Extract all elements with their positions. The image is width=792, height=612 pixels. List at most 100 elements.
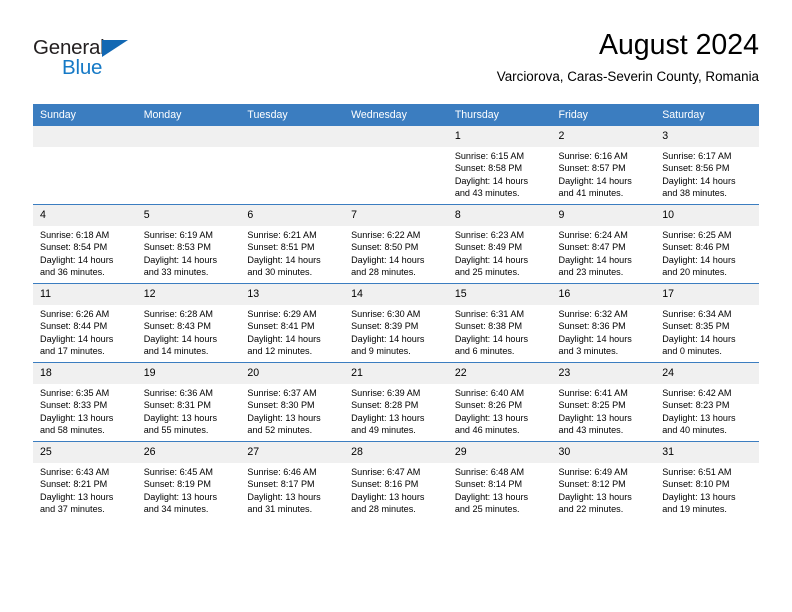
calendar-day-cell[interactable]: 29 Sunrise: 6:48 AM Sunset: 8:14 PM Dayligh… [447, 441, 552, 520]
calendar-day-cell[interactable]: 13 Sunrise: 6:29 AM Sunset: 8:41 PM Dayligh… [240, 283, 345, 363]
calendar-day-cell[interactable]: 7 Sunrise: 6:22 AM Sunset: 8:50 PM Daylight… [344, 204, 448, 284]
daylight-text: Daylight: 14 hours [454, 333, 529, 344]
sunrise-text: Sunrise: 6:46 AM [247, 467, 317, 477]
day-details: Sunrise: 6:51 AM Sunset: 8:10 PM Daylight:… [655, 463, 759, 516]
day-number: 1 [447, 126, 552, 147]
calendar-day-cell[interactable]: 31 Sunrise: 6:51 AM Sunset: 8:10 PM Dayligh… [655, 441, 759, 520]
general-blue-logo[interactable]: General Blue [33, 36, 213, 84]
day-number: 25 [33, 442, 137, 463]
sunrise-text: Sunrise: 6:30 AM [351, 309, 421, 319]
calendar-day-cell[interactable]: 5 Sunrise: 6:19 AM Sunset: 8:53 PM Daylight… [136, 204, 241, 284]
calendar-day-cell[interactable]: 21 Sunrise: 6:39 AM Sunset: 8:28 PM Dayligh… [344, 362, 448, 442]
daylight-text-cont: and 28 minutes. [351, 504, 416, 515]
calendar-day-cell[interactable]: 22 Sunrise: 6:40 AM Sunset: 8:26 PM Dayligh… [447, 362, 552, 442]
daylight-text: Daylight: 13 hours [351, 412, 425, 423]
sunset-text: Sunset: 8:26 PM [454, 400, 523, 411]
sunrise-text: Sunrise: 6:34 AM [662, 309, 732, 319]
daylight-text-cont: and 3 minutes. [558, 346, 619, 357]
calendar-day-cell[interactable]: 3 Sunrise: 6:17 AM Sunset: 8:56 PM Daylight… [655, 126, 759, 205]
weekday-header-sunday: Sunday [33, 104, 137, 126]
sunrise-text: Sunrise: 6:37 AM [247, 388, 317, 398]
calendar-day-cell[interactable]: 25 Sunrise: 6:43 AM Sunset: 8:21 PM Dayligh… [33, 441, 137, 520]
daylight-text-cont: and 23 minutes. [558, 267, 624, 278]
day-number: 5 [136, 205, 241, 226]
sunset-text: Sunset: 8:56 PM [662, 163, 730, 174]
sunrise-text: Sunrise: 6:26 AM [40, 309, 110, 319]
day-number: 19 [136, 363, 241, 384]
day-number: 8 [447, 205, 552, 226]
page-title: August 2024 [598, 29, 759, 61]
daylight-text-cont: and 30 minutes. [247, 267, 313, 278]
day-details: Sunrise: 6:18 AM Sunset: 8:54 PM Daylight:… [33, 226, 137, 279]
calendar-day-cell[interactable]: 4 Sunrise: 6:18 AM Sunset: 8:54 PM Daylight… [33, 204, 137, 284]
daylight-text: Daylight: 13 hours [143, 491, 217, 502]
daylight-text: Daylight: 14 hours [351, 254, 425, 265]
calendar-day-cell[interactable]: 14 Sunrise: 6:30 AM Sunset: 8:39 PM Dayligh… [344, 283, 448, 363]
calendar-day-cell[interactable]: 11 Sunrise: 6:26 AM Sunset: 8:44 PM Dayligh… [33, 283, 137, 363]
calendar-day-cell[interactable]: 30 Sunrise: 6:49 AM Sunset: 8:12 PM Dayligh… [551, 441, 656, 520]
day-number: 20 [240, 363, 345, 384]
calendar-day-cell[interactable]: 2 Sunrise: 6:16 AM Sunset: 8:57 PM Daylight… [551, 126, 656, 205]
day-details: Sunrise: 6:41 AM Sunset: 8:25 PM Daylight:… [552, 384, 656, 437]
daylight-text: Daylight: 14 hours [247, 333, 321, 344]
calendar-day-cell[interactable]: 23 Sunrise: 6:41 AM Sunset: 8:25 PM Dayligh… [551, 362, 656, 442]
calendar-day-cell[interactable]: 1 Sunrise: 6:15 AM Sunset: 8:58 PM Daylight… [447, 126, 552, 205]
day-number: 28 [344, 442, 448, 463]
sunrise-text: Sunrise: 6:17 AM [662, 151, 732, 161]
calendar-day-cell[interactable]: 8 Sunrise: 6:23 AM Sunset: 8:49 PM Daylight… [447, 204, 552, 284]
weekday-header-saturday: Saturday [655, 104, 759, 126]
day-number: 4 [33, 205, 137, 226]
daylight-text-cont: and 9 minutes. [351, 346, 411, 357]
day-details: Sunrise: 6:17 AM Sunset: 8:56 PM Daylight:… [655, 147, 759, 200]
day-details: Sunrise: 6:35 AM Sunset: 8:33 PM Daylight:… [33, 384, 137, 437]
daylight-text-cont: and 43 minutes. [454, 188, 520, 199]
daylight-text-cont: and 55 minutes. [143, 425, 209, 436]
daylight-text-cont: and 46 minutes. [454, 425, 520, 436]
calendar-page: General Blue August 2024 Varciorova, Car… [0, 0, 792, 612]
calendar-cell-empty [136, 126, 241, 205]
calendar-day-cell[interactable]: 9 Sunrise: 6:24 AM Sunset: 8:47 PM Daylight… [551, 204, 656, 284]
calendar-day-cell[interactable]: 26 Sunrise: 6:45 AM Sunset: 8:19 PM Dayligh… [136, 441, 241, 520]
daylight-text-cont: and 19 minutes. [662, 504, 727, 515]
calendar-day-cell[interactable]: 19 Sunrise: 6:36 AM Sunset: 8:31 PM Dayligh… [136, 362, 241, 442]
calendar-day-cell[interactable]: 10 Sunrise: 6:25 AM Sunset: 8:46 PM Dayligh… [655, 204, 759, 284]
calendar-day-cell[interactable]: 12 Sunrise: 6:28 AM Sunset: 8:43 PM Dayligh… [136, 283, 241, 363]
day-details: Sunrise: 6:37 AM Sunset: 8:30 PM Daylight:… [240, 384, 344, 437]
daylight-text: Daylight: 14 hours [662, 175, 736, 186]
day-number: 3 [655, 126, 759, 147]
sunset-text: Sunset: 8:21 PM [40, 479, 108, 490]
calendar-day-cell[interactable]: 18 Sunrise: 6:35 AM Sunset: 8:33 PM Dayligh… [33, 362, 137, 442]
sunrise-text: Sunrise: 6:51 AM [662, 467, 732, 477]
day-number: 22 [447, 363, 552, 384]
daylight-text-cont: and 25 minutes. [454, 504, 520, 515]
calendar-day-cell[interactable]: 24 Sunrise: 6:42 AM Sunset: 8:23 PM Dayligh… [655, 362, 759, 442]
calendar-week-row: 18 Sunrise: 6:35 AM Sunset: 8:33 PM Dayligh… [33, 362, 759, 442]
day-details: Sunrise: 6:46 AM Sunset: 8:17 PM Daylight:… [240, 463, 344, 516]
sunset-text: Sunset: 8:35 PM [662, 321, 730, 332]
sunset-text: Sunset: 8:16 PM [351, 479, 419, 490]
daylight-text: Daylight: 14 hours [40, 254, 114, 265]
sunset-text: Sunset: 8:47 PM [558, 242, 626, 253]
sunset-text: Sunset: 8:49 PM [454, 242, 523, 253]
calendar-day-cell[interactable]: 20 Sunrise: 6:37 AM Sunset: 8:30 PM Dayligh… [240, 362, 345, 442]
day-details: Sunrise: 6:47 AM Sunset: 8:16 PM Daylight:… [344, 463, 448, 516]
day-number: 2 [551, 126, 656, 147]
calendar-day-cell[interactable]: 6 Sunrise: 6:21 AM Sunset: 8:51 PM Daylight… [240, 204, 345, 284]
daylight-text: Daylight: 14 hours [662, 254, 736, 265]
day-details: Sunrise: 6:42 AM Sunset: 8:23 PM Daylight:… [655, 384, 759, 437]
calendar-day-cell[interactable]: 27 Sunrise: 6:46 AM Sunset: 8:17 PM Dayligh… [240, 441, 345, 520]
weekday-header-friday: Friday [551, 104, 656, 126]
sunrise-text: Sunrise: 6:18 AM [40, 230, 110, 240]
calendar-day-cell[interactable]: 15 Sunrise: 6:31 AM Sunset: 8:38 PM Dayligh… [447, 283, 552, 363]
calendar-day-cell[interactable]: 16 Sunrise: 6:32 AM Sunset: 8:36 PM Dayligh… [551, 283, 656, 363]
calendar-week-row: 25 Sunrise: 6:43 AM Sunset: 8:21 PM Dayligh… [33, 441, 759, 520]
sunset-text: Sunset: 8:28 PM [351, 400, 419, 411]
calendar-day-cell[interactable]: 17 Sunrise: 6:34 AM Sunset: 8:35 PM Dayligh… [655, 283, 759, 363]
weekday-header-wednesday: Wednesday [344, 104, 448, 126]
day-number: 18 [33, 363, 137, 384]
calendar-week-row: 4 Sunrise: 6:18 AM Sunset: 8:54 PM Daylight… [33, 204, 759, 284]
day-number: 12 [136, 284, 241, 305]
calendar-day-cell[interactable]: 28 Sunrise: 6:47 AM Sunset: 8:16 PM Dayligh… [344, 441, 448, 520]
page-header: General Blue August 2024 Varciorova, Car… [33, 28, 759, 98]
logo-triangle-icon [102, 39, 128, 57]
